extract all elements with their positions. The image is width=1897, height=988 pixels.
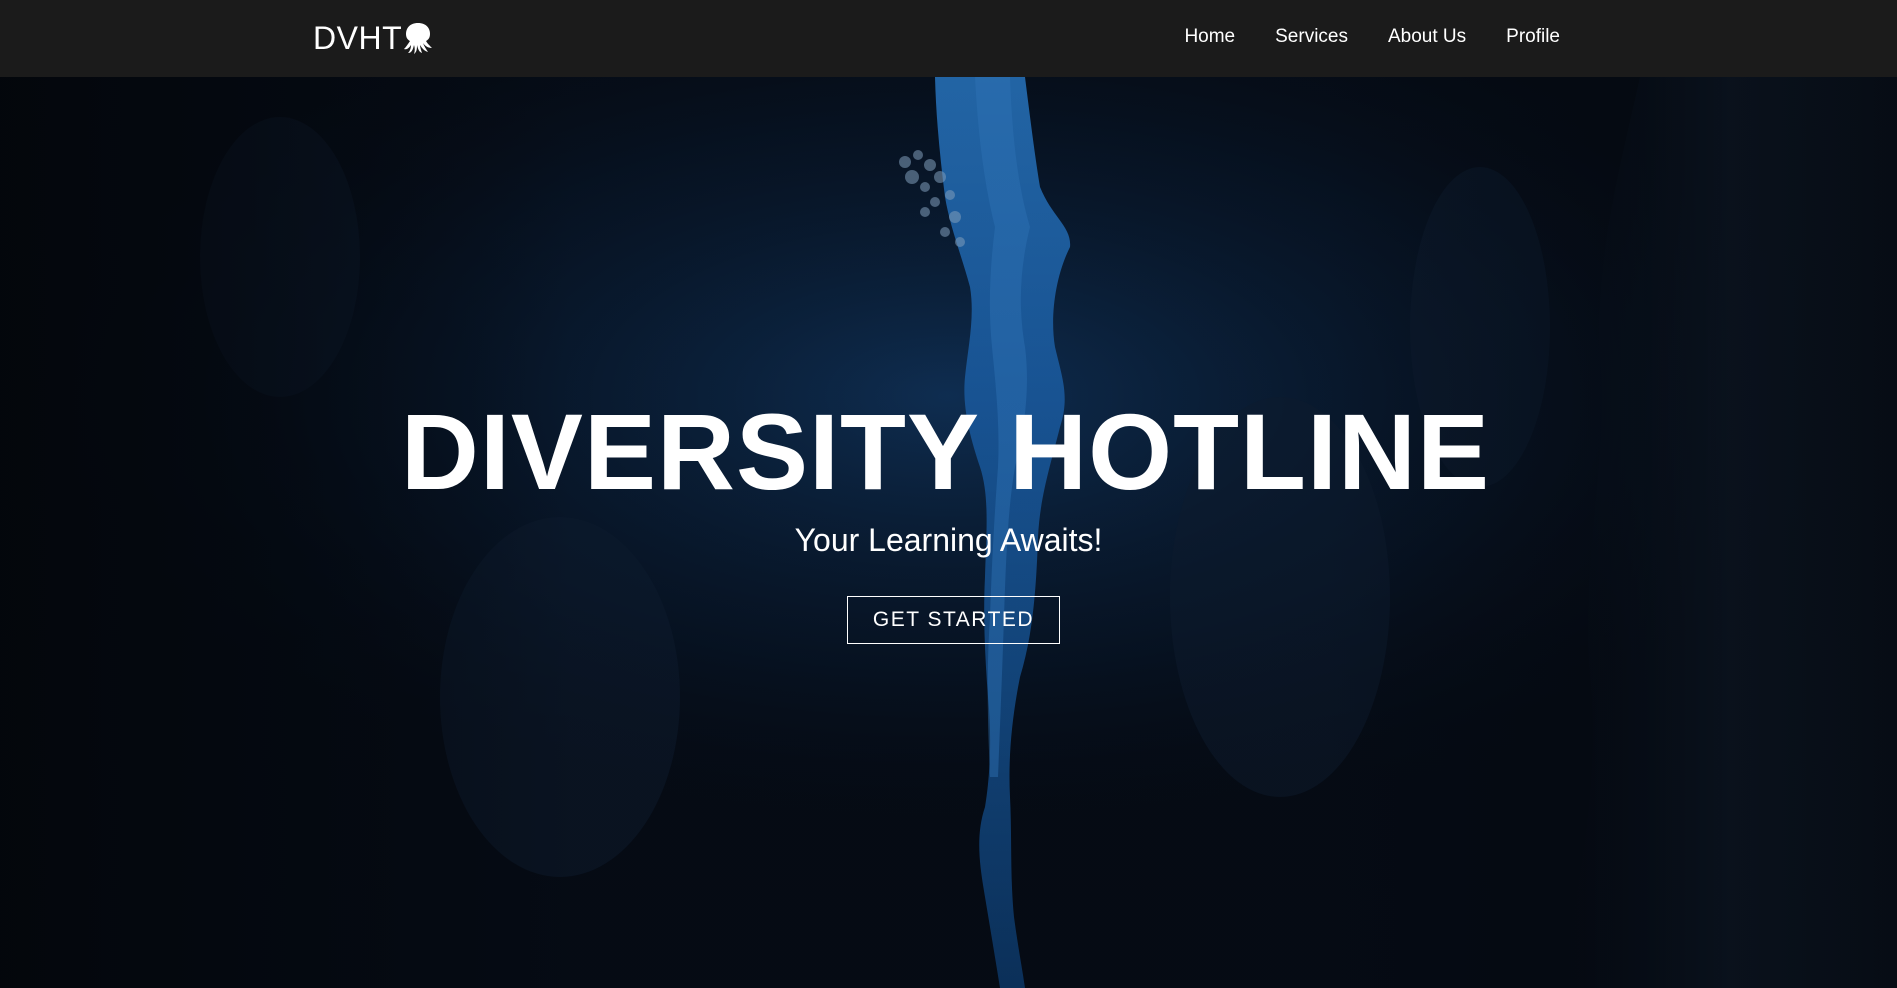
nav-home[interactable]: Home bbox=[1184, 24, 1235, 50]
page: DVHT Home Services About Us Profile DIVE… bbox=[0, 0, 1897, 988]
hero-section: DIVERSITY HOTLINE Your Learning Awaits! … bbox=[0, 77, 1897, 988]
main-nav: Home Services About Us Profile bbox=[1144, 24, 1560, 50]
hero-title: DIVERSITY HOTLINE bbox=[400, 391, 1491, 512]
octopus-icon bbox=[404, 23, 433, 54]
logo-link[interactable]: DVHT bbox=[313, 18, 433, 58]
nav-profile[interactable]: Profile bbox=[1506, 24, 1560, 50]
logo-text: DVHT bbox=[313, 19, 403, 56]
navbar: DVHT Home Services About Us Profile bbox=[0, 0, 1897, 77]
get-started-button[interactable]: GET STARTED bbox=[847, 596, 1060, 644]
nav-about-us[interactable]: About Us bbox=[1388, 24, 1466, 50]
hero-subtitle: Your Learning Awaits! bbox=[794, 522, 1103, 558]
nav-services[interactable]: Services bbox=[1275, 24, 1348, 50]
